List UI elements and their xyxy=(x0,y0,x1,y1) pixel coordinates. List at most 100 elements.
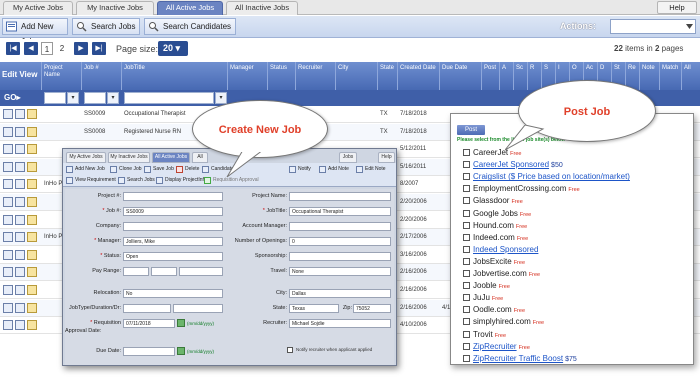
view-icon[interactable] xyxy=(15,214,25,225)
col-jobtitle[interactable]: JobTitle xyxy=(122,62,228,90)
calendar-icon[interactable] xyxy=(177,347,185,355)
filter-jobtitle[interactable] xyxy=(124,92,214,104)
folder-icon[interactable] xyxy=(27,144,37,155)
folder-icon[interactable] xyxy=(27,249,37,260)
zip-input[interactable]: 75052 xyxy=(353,304,391,313)
search-jobs-button[interactable]: Search Jobs xyxy=(72,18,140,35)
job-site-checkbox[interactable] xyxy=(463,294,470,302)
filter-project-select[interactable]: ▾ xyxy=(67,92,79,104)
view-icon[interactable] xyxy=(15,285,25,295)
tab-my-active-jobs[interactable]: My Active Jobs xyxy=(3,1,73,15)
job-site-option[interactable]: ZipRecruiter Traffic Boost $75 xyxy=(463,353,577,364)
edit-icon[interactable] xyxy=(3,249,13,260)
job-site-option[interactable]: Indeed.com Free xyxy=(463,232,528,243)
project-number-select[interactable] xyxy=(123,192,223,201)
edit-icon[interactable] xyxy=(3,126,13,137)
filter-job-number[interactable] xyxy=(84,92,106,104)
pay-max-input[interactable] xyxy=(151,267,177,276)
page-size-select[interactable]: 20 ▾ xyxy=(158,41,188,56)
view-icon[interactable] xyxy=(15,232,25,243)
col-state[interactable]: State xyxy=(378,62,398,90)
edit-icon[interactable] xyxy=(3,232,13,243)
first-page-button[interactable]: |◀ xyxy=(6,42,20,55)
tab-all-inactive-jobs[interactable]: All Inactive Jobs xyxy=(226,1,298,15)
filter-jobtitle-select[interactable]: ▾ xyxy=(215,92,227,104)
folder-icon[interactable] xyxy=(27,197,37,207)
dialog-tab-my-inactive-jobs[interactable]: My Inactive Jobs xyxy=(108,152,150,163)
job-site-checkbox[interactable] xyxy=(463,185,470,193)
add-new-job-button[interactable]: Add New Job xyxy=(2,18,68,46)
job-site-checkbox[interactable] xyxy=(463,318,470,326)
folder-icon[interactable] xyxy=(27,302,37,313)
edit-icon[interactable] xyxy=(3,144,13,155)
jobtitle-input[interactable]: Occupational Therapist xyxy=(289,207,391,216)
job-site-option[interactable]: Glassdoor Free xyxy=(463,195,523,206)
job-site-checkbox[interactable] xyxy=(463,149,470,156)
job-site-option[interactable]: ZipRecruiter Free xyxy=(463,341,530,352)
edit-note-button[interactable]: Edit Note xyxy=(355,164,386,174)
view-requirement-button[interactable]: View Requirement xyxy=(65,175,116,185)
edit-icon[interactable] xyxy=(3,320,13,331)
job-site-option[interactable]: Oodle.com Free xyxy=(463,304,525,315)
folder-icon[interactable] xyxy=(27,320,37,331)
col-recruiter[interactable]: Recruiter xyxy=(296,62,336,90)
col-manager[interactable]: Manager xyxy=(228,62,268,90)
dialog-tab-jobs[interactable]: Jobs xyxy=(339,152,357,163)
job-site-checkbox[interactable] xyxy=(463,197,470,205)
job-site-checkbox[interactable] xyxy=(463,257,470,265)
folder-icon[interactable] xyxy=(27,109,37,119)
dialog-search-jobs-button[interactable]: Search Jobs xyxy=(117,175,155,185)
job-site-option[interactable]: JobsExcite Free xyxy=(463,256,525,267)
job-site-name[interactable]: ZipRecruiter Traffic Boost xyxy=(473,354,563,363)
view-icon[interactable] xyxy=(15,109,25,119)
job-site-option[interactable]: Craigslist ($ Price based on location/ma… xyxy=(463,171,630,182)
pay-min-input[interactable] xyxy=(123,267,149,276)
manager-select[interactable]: Jolliers, Mike xyxy=(123,237,223,246)
requisition-date-input[interactable]: 07/11/2018 xyxy=(123,319,175,328)
job-site-checkbox[interactable] xyxy=(463,245,470,253)
edit-icon[interactable] xyxy=(3,302,13,313)
pay-period-select[interactable] xyxy=(179,267,223,276)
folder-icon[interactable] xyxy=(27,232,37,243)
travel-select[interactable]: None xyxy=(289,267,391,276)
job-site-checkbox[interactable] xyxy=(463,209,470,217)
job-site-option[interactable]: CareerJet Sponsored $50 xyxy=(463,159,563,170)
job-site-option[interactable]: JuJu Free xyxy=(463,292,503,303)
col-status[interactable]: Status xyxy=(268,62,296,90)
dialog-tab-all-active-jobs[interactable]: All Active Jobs xyxy=(152,152,190,163)
job-site-option[interactable]: Jooble Free xyxy=(463,280,510,291)
folder-icon[interactable] xyxy=(27,161,37,172)
delete-button[interactable]: Delete xyxy=(175,164,199,174)
state-select[interactable]: Texas xyxy=(289,304,339,313)
recruiter-select[interactable]: Michael Sojdie xyxy=(289,319,391,328)
col-due-date[interactable]: Due Date xyxy=(440,62,482,90)
view-icon[interactable] xyxy=(15,197,25,207)
next-page-button[interactable]: ▶ xyxy=(74,42,88,55)
job-site-checkbox[interactable] xyxy=(463,330,470,338)
job-site-name[interactable]: ZipRecruiter xyxy=(473,342,517,351)
clone-job-button[interactable]: Clone Job xyxy=(109,164,142,174)
notify-button[interactable]: Notify xyxy=(288,164,311,174)
actions-dropdown[interactable] xyxy=(610,19,696,34)
notify-recruiter-checkbox[interactable] xyxy=(287,347,293,353)
job-site-option[interactable]: Trovit Free xyxy=(463,329,506,340)
project-name-input[interactable] xyxy=(289,192,391,201)
company-select[interactable] xyxy=(123,222,223,231)
job-site-name[interactable]: Indeed Sponsored xyxy=(473,245,538,254)
prev-page-button[interactable]: ◀ xyxy=(24,42,38,55)
job-site-checkbox[interactable] xyxy=(463,161,470,169)
tab-all-active-jobs[interactable]: All Active Jobs xyxy=(157,1,223,15)
job-site-checkbox[interactable] xyxy=(463,306,470,314)
job-site-checkbox[interactable] xyxy=(463,342,470,350)
job-site-option[interactable]: simplyhired.com Free xyxy=(463,316,544,327)
sponsorship-select[interactable] xyxy=(289,252,391,261)
edit-icon[interactable] xyxy=(3,214,13,225)
job-site-option[interactable]: Indeed Sponsored xyxy=(463,244,538,255)
job-site-option[interactable]: Hound.com Free xyxy=(463,220,527,231)
view-icon[interactable] xyxy=(15,126,25,137)
job-site-checkbox[interactable] xyxy=(463,282,470,290)
last-page-button[interactable]: ▶| xyxy=(92,42,106,55)
edit-icon[interactable] xyxy=(3,179,13,190)
job-site-checkbox[interactable] xyxy=(463,270,470,277)
view-icon[interactable] xyxy=(15,267,25,278)
